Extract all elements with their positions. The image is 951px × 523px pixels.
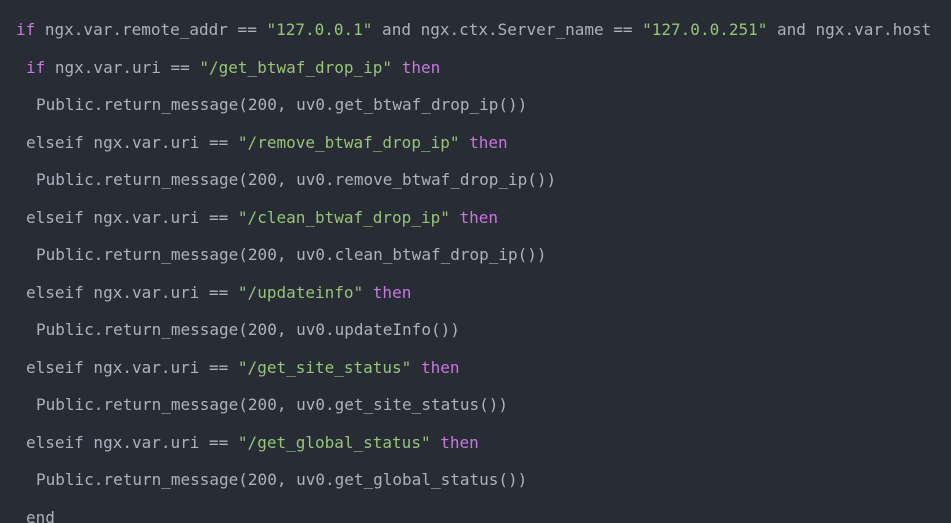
code-text: Public.return_message(200, uv0.remove_bt… <box>36 170 557 189</box>
code-keyword: then <box>440 432 479 452</box>
code-line: Public.return_message(200, uv0.get_btwaf… <box>36 94 527 116</box>
code-text: and ngx.var.host <box>767 20 932 39</box>
code-line: Public.return_message(200, uv0.get_site_… <box>36 394 508 416</box>
code-line: if ngx.var.uri == "/get_btwaf_drop_ip" t… <box>26 57 440 79</box>
code-string: "/clean_btwaf_drop_ip" <box>237 207 450 227</box>
code-string: "/updateinfo" <box>237 282 364 302</box>
code-text: Public.return_message(200, uv0.get_site_… <box>36 395 509 414</box>
code-line: end <box>26 507 55 523</box>
code-text: elseif ngx.var.uri == <box>26 207 238 227</box>
code-keyword: if <box>26 57 46 77</box>
code-string: "/remove_btwaf_drop_ip" <box>237 132 460 152</box>
code-keyword: if <box>16 20 36 39</box>
code-string: "/get_global_status" <box>237 432 431 452</box>
code-line: if ngx.var.remote_addr == "127.0.0.1" an… <box>16 19 931 41</box>
code-text: Public.return_message(200, uv0.get_globa… <box>36 470 528 489</box>
code-line: elseif ngx.var.uri == "/updateinfo" then <box>26 282 411 304</box>
code-line: Public.return_message(200, uv0.get_globa… <box>36 469 527 491</box>
code-keyword: then <box>372 282 412 302</box>
code-line: elseif ngx.var.uri == "/remove_btwaf_dro… <box>26 132 508 154</box>
code-text: end <box>26 507 55 523</box>
code-text: ngx.var.uri == <box>45 57 200 77</box>
code-text: elseif ngx.var.uri == <box>26 357 238 377</box>
code-keyword: then <box>459 207 499 227</box>
code-line: Public.return_message(200, uv0.updateInf… <box>36 319 460 341</box>
code-text: and ngx.ctx.Server_name == <box>372 20 643 39</box>
code-string: "127.0.0.251" <box>642 20 768 39</box>
code-text: elseif ngx.var.uri == <box>26 432 238 452</box>
code-text: elseif ngx.var.uri == <box>26 132 238 152</box>
code-keyword: then <box>469 132 508 152</box>
code-text: ngx.var.remote_addr == <box>35 20 267 39</box>
code-string: "/get_site_status" <box>237 357 412 377</box>
code-text: Public.return_message(200, uv0.get_btwaf… <box>36 95 528 114</box>
code-line: elseif ngx.var.uri == "/get_global_statu… <box>26 432 479 454</box>
code-keyword: then <box>420 357 460 377</box>
code-text: Public.return_message(200, uv0.clean_btw… <box>36 245 547 264</box>
code-keyword: then <box>401 57 441 77</box>
code-text: elseif ngx.var.uri == <box>26 282 238 302</box>
code-string: "/get_btwaf_drop_ip" <box>199 57 393 77</box>
code-string: "127.0.0.1" <box>266 20 373 39</box>
code-line: elseif ngx.var.uri == "/get_site_status"… <box>26 357 459 379</box>
code-line: Public.return_message(200, uv0.remove_bt… <box>36 169 556 191</box>
code-viewer: if ngx.var.remote_addr == "127.0.0.1" an… <box>0 0 951 523</box>
code-line: Public.return_message(200, uv0.clean_btw… <box>36 244 547 266</box>
code-line: elseif ngx.var.uri == "/clean_btwaf_drop… <box>26 207 498 229</box>
code-text: Public.return_message(200, uv0.updateInf… <box>36 320 460 339</box>
